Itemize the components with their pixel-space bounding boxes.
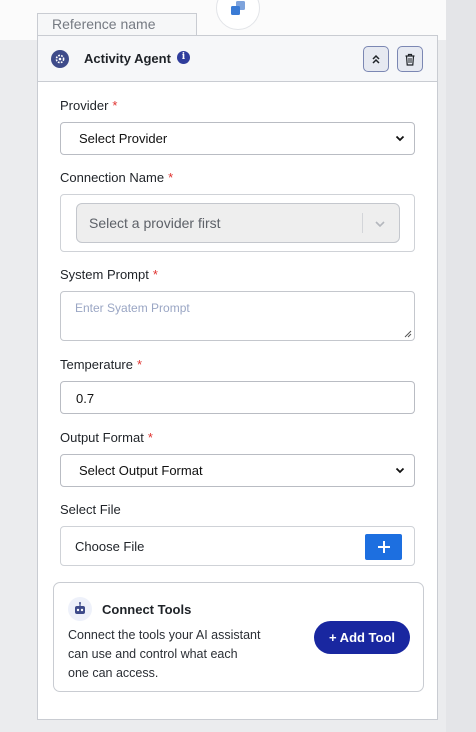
collapse-button[interactable]	[363, 46, 389, 72]
add-file-button[interactable]	[365, 534, 402, 560]
resize-grip-icon[interactable]	[403, 329, 412, 338]
output-format-selected-value: Select Output Format	[79, 463, 203, 478]
chevron-down-icon	[395, 135, 405, 142]
select-separator	[362, 213, 363, 233]
file-picker[interactable]: Choose File	[60, 526, 415, 566]
chevron-down-icon	[375, 221, 385, 228]
output-format-label: Output Format *	[60, 430, 153, 445]
system-prompt-label: System Prompt *	[60, 267, 158, 282]
description-line: one can access.	[68, 666, 159, 680]
page-right-edge	[446, 0, 476, 732]
connect-tools-description: Connect the tools your AI assistant can …	[68, 626, 288, 683]
connect-tools-title: Connect Tools	[102, 602, 192, 617]
system-prompt-textarea[interactable]: Enter Syatem Prompt	[60, 291, 415, 341]
description-line: can use and control what each	[68, 647, 238, 661]
activity-agent-card: Activity Agent i Provider * Select Provid…	[37, 35, 438, 720]
select-file-label: Select File	[60, 502, 121, 517]
copy-icon	[231, 1, 245, 15]
connect-tools-panel: Connect Tools Connect the tools your AI …	[53, 582, 424, 692]
reference-name-tab[interactable]: Reference name	[37, 13, 197, 35]
connection-name-select[interactable]: Select a provider first	[76, 203, 400, 243]
delete-button[interactable]	[397, 46, 423, 72]
robot-icon	[68, 597, 92, 621]
temperature-label: Temperature *	[60, 357, 143, 372]
chevron-down-icon	[395, 467, 405, 474]
choose-file-text: Choose File	[75, 539, 145, 554]
provider-label: Provider *	[60, 98, 118, 113]
agent-title: Activity Agent	[84, 51, 171, 66]
plus-icon	[377, 541, 390, 553]
trash-icon	[405, 53, 415, 66]
output-format-select[interactable]: Select Output Format	[60, 454, 415, 487]
connection-placeholder: Select a provider first	[89, 215, 221, 231]
system-prompt-placeholder: Enter Syatem Prompt	[75, 301, 190, 315]
temperature-input[interactable]: 0.7	[60, 381, 415, 414]
temperature-value: 0.7	[76, 391, 95, 406]
connection-name-label: Connection Name *	[60, 170, 174, 185]
info-icon[interactable]: i	[177, 51, 190, 64]
description-line: Connect the tools your AI assistant	[68, 628, 261, 642]
agent-gear-icon	[51, 50, 69, 68]
add-tool-button[interactable]: + Add Tool	[314, 621, 410, 654]
provider-selected-value: Select Provider	[79, 131, 168, 146]
provider-select[interactable]: Select Provider	[60, 122, 415, 155]
chevrons-up-icon	[372, 54, 380, 64]
connection-name-field: Select a provider first	[60, 194, 415, 252]
card-header: Activity Agent i	[38, 36, 437, 82]
